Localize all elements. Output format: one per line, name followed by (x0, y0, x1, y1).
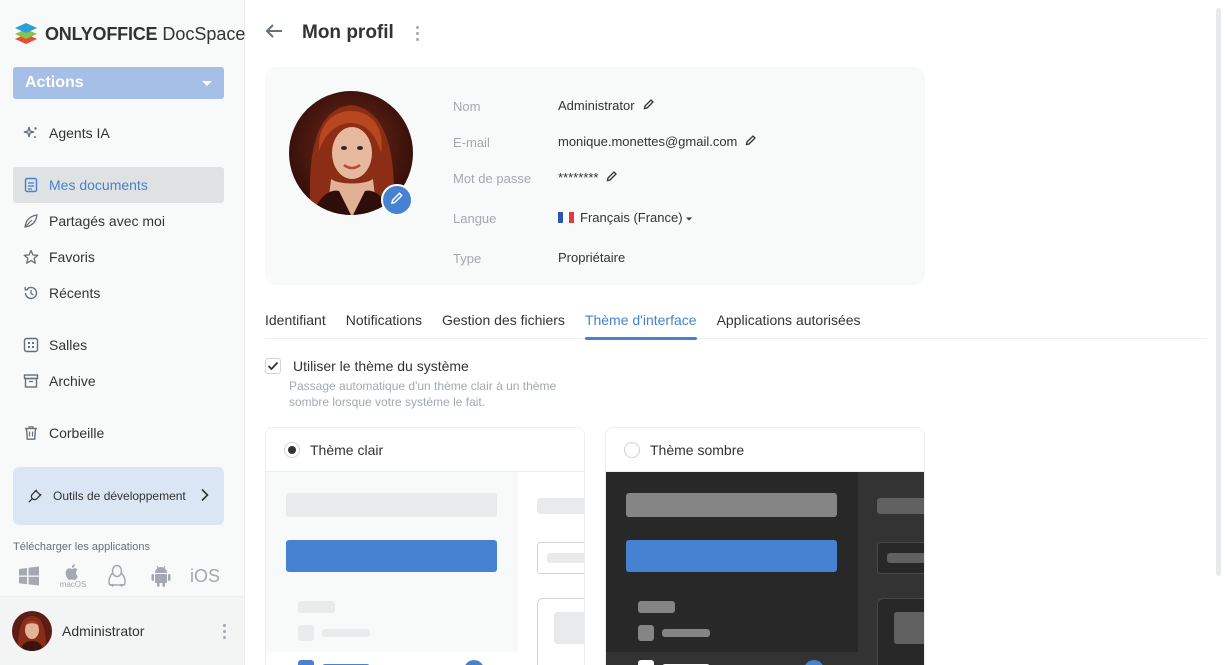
pencil-icon[interactable] (606, 170, 618, 185)
sidebar-item-label: Salles (49, 337, 88, 353)
name-value: Administrator (558, 98, 655, 113)
use-system-theme-row[interactable]: Utiliser le thème du système (265, 358, 469, 374)
sparkle-icon (23, 125, 39, 141)
macos-icon[interactable]: macOS (59, 563, 87, 589)
linux-icon[interactable] (105, 563, 129, 589)
chevron-down-icon (202, 80, 212, 86)
sidebar: ONLYOFFICE DocSpace Actions Agents IA Me… (0, 0, 245, 665)
tab-identifiant[interactable]: Identifiant (265, 306, 326, 339)
history-icon (23, 285, 39, 301)
user-profile-bar[interactable]: Administrator (0, 596, 244, 665)
dark-theme-label: Thème sombre (650, 441, 745, 458)
tab-theme-interface[interactable]: Thème d'interface (584, 306, 697, 340)
header-more-options-icon[interactable] (410, 25, 426, 41)
sidebar-item-label: Partagés avec moi (49, 213, 165, 229)
language-selector[interactable]: Français (France) (558, 210, 693, 225)
dark-theme-header[interactable]: Thème sombre (606, 428, 924, 472)
light-theme-header[interactable]: Thème clair (266, 428, 584, 472)
sidebar-item-label: Mes documents (49, 177, 148, 193)
scrollbar[interactable] (1216, 8, 1221, 576)
use-system-theme-description: Passage automatique d'un thème clair à u… (289, 379, 557, 409)
trash-icon (23, 425, 39, 441)
sidebar-item-favoris[interactable]: Favoris (13, 239, 224, 275)
use-system-theme-checkbox[interactable] (265, 358, 281, 374)
document-icon (23, 177, 39, 193)
type-value: Propriétaire (558, 250, 626, 265)
name-text: Administrator (558, 98, 635, 113)
logo-text: ONLYOFFICE DocSpace (45, 24, 246, 44)
download-apps-label: Télécharger les applications (13, 541, 150, 553)
avatar[interactable] (12, 611, 52, 651)
archive-icon (23, 373, 39, 389)
more-options-icon[interactable] (216, 623, 232, 639)
light-theme-card[interactable]: Thème clair (265, 427, 585, 665)
pencil-icon (390, 191, 404, 210)
email-label: E-mail (453, 135, 490, 150)
app-window: ONLYOFFICE DocSpace Actions Agents IA Me… (0, 0, 1225, 665)
user-name: Administrator (62, 623, 145, 639)
email-text: monique.monettes@gmail.com (558, 134, 738, 149)
share-icon (23, 213, 39, 229)
password-value: ******** (558, 170, 618, 185)
sidebar-item-salles[interactable]: Salles (13, 327, 224, 363)
edit-avatar-button[interactable] (381, 184, 413, 216)
docspace-logo-icon (13, 20, 39, 49)
name-label: Nom (453, 99, 481, 114)
dark-theme-card[interactable]: Thème sombre (605, 427, 925, 665)
light-theme-label: Thème clair (310, 441, 384, 458)
sidebar-item-recents[interactable]: Récents (13, 275, 224, 311)
ios-icon[interactable]: iOS (190, 563, 220, 589)
android-icon[interactable] (149, 563, 173, 589)
language-label: Langue (453, 211, 497, 226)
language-text: Français (France) (580, 210, 683, 225)
actions-button[interactable]: Actions (13, 67, 224, 99)
tab-applications-autorisees[interactable]: Applications autorisées (717, 306, 861, 339)
sidebar-item-label: Corbeille (49, 425, 105, 441)
star-icon (23, 249, 39, 265)
use-system-theme-label: Utiliser le thème du système (293, 358, 469, 374)
sidebar-item-mes-documents[interactable]: Mes documents (13, 167, 224, 203)
password-text: ******** (558, 170, 599, 185)
dark-theme-preview (606, 472, 924, 665)
sidebar-item-corbeille[interactable]: Corbeille (13, 415, 224, 451)
page-header: Mon profil (264, 22, 426, 44)
profile-card: Nom Administrator E-mail monique.monette… (265, 67, 925, 285)
sidebar-item-label: Archive (49, 373, 96, 389)
actions-label: Actions (25, 74, 84, 91)
sidebar-item-agents-ia[interactable]: Agents IA (13, 115, 224, 151)
password-label: Mot de passe (453, 171, 532, 186)
dark-theme-radio[interactable] (624, 441, 640, 458)
developer-tools-button[interactable]: Outils de développement (13, 467, 224, 525)
windows-icon[interactable] (17, 563, 41, 589)
pencil-icon[interactable] (745, 134, 757, 149)
tab-gestion-fichiers[interactable]: Gestion des fichiers (442, 306, 565, 339)
sidebar-item-partages[interactable]: Partagés avec moi (13, 203, 224, 239)
chevron-right-icon (200, 488, 210, 505)
rooms-icon (23, 337, 39, 353)
caret-down-icon (685, 210, 693, 225)
sidebar-item-archive[interactable]: Archive (13, 363, 224, 399)
back-arrow-icon[interactable] (264, 23, 284, 44)
logo[interactable]: ONLYOFFICE DocSpace (13, 20, 245, 49)
download-apps-list: macOS iOS (17, 563, 220, 589)
type-label: Type (453, 251, 482, 266)
profile-tabs: Identifiant Notifications Gestion des fi… (265, 306, 1207, 340)
pencil-icon[interactable] (643, 98, 655, 113)
macos-label: macOS (59, 579, 87, 589)
light-theme-preview (266, 472, 584, 665)
sidebar-item-label: Récents (49, 285, 101, 301)
light-theme-radio[interactable] (284, 441, 300, 458)
page-title: Mon profil (302, 22, 394, 43)
sidebar-item-label: Agents IA (49, 125, 110, 141)
france-flag-icon (558, 212, 574, 223)
developer-tools-label: Outils de développement (53, 488, 186, 503)
email-value: monique.monettes@gmail.com (558, 134, 757, 149)
sidebar-item-label: Favoris (49, 249, 95, 265)
tab-notifications[interactable]: Notifications (346, 306, 422, 339)
plug-icon (27, 488, 43, 504)
